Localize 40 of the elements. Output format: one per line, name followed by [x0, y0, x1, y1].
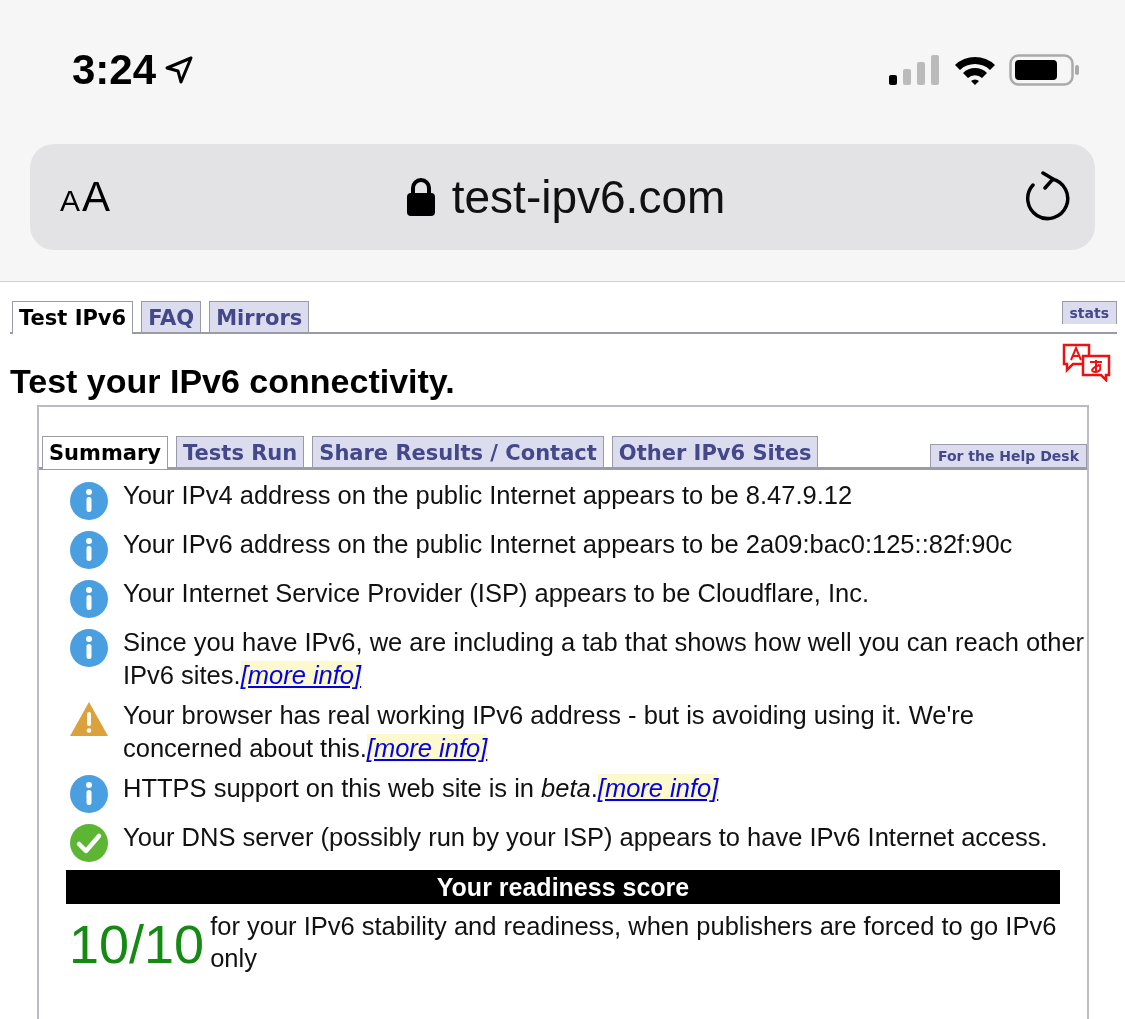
info-icon [69, 530, 109, 570]
text-size-button[interactable]: AA [60, 173, 111, 221]
info-icon [69, 774, 109, 814]
battery-icon [1009, 54, 1081, 86]
score-value: 10/10 [69, 913, 205, 976]
result-message: Your IPv4 address on the public Internet appears to be 8.47.9.12 [123, 480, 853, 511]
info-icon [69, 481, 109, 521]
info-icon [69, 579, 109, 619]
result-message: Your Internet Service Provider (ISP) appears to be Cloudflare, Inc. [123, 578, 870, 609]
url-text: test-ipv6.com [451, 170, 726, 224]
more-info-link[interactable]: [more info] [597, 774, 719, 802]
result-message: Your DNS server (possibly run by your ISP) appears to have IPv6 Internet access. [123, 822, 1048, 853]
check-icon [69, 823, 109, 863]
status-time: 3:24 [72, 46, 157, 94]
wifi-icon [953, 54, 997, 86]
result-tab[interactable]: Summary [42, 436, 169, 469]
address-bar[interactable]: AA test-ipv6.com [30, 144, 1095, 250]
result-tab[interactable]: Tests Run [176, 436, 305, 467]
result-tab[interactable]: Share Results / Contact [312, 436, 604, 467]
translate-icon[interactable] [1061, 342, 1113, 382]
page-title: Test your IPv6 connectivity. [10, 362, 455, 401]
site-tab[interactable]: FAQ [141, 301, 202, 332]
info-icon [69, 628, 109, 668]
result-message: Since you have IPv6, we are including a tab that shows how well you can reach other IPv6 sites.[more info] [123, 627, 1086, 691]
site-tab[interactable]: Mirrors [209, 301, 310, 332]
result-tab[interactable]: Other IPv6 Sites [611, 436, 819, 467]
location-arrow-icon [164, 55, 195, 85]
warning-icon [69, 701, 109, 737]
site-tab[interactable]: Test IPv6 [12, 301, 134, 334]
stats-tab[interactable]: stats [1061, 301, 1117, 324]
more-info-link[interactable]: [more info] [240, 661, 362, 689]
lock-icon [405, 178, 436, 216]
result-message: Your IPv6 address on the public Internet appears to be 2a09:bac0:125::82f:90c [123, 529, 1013, 560]
result-message: HTTPS support on this web site is in beta.[more info] [123, 773, 719, 804]
signal-icon [889, 55, 941, 85]
result-message: Your browser has real working IPv6 address - but is avoiding using it. We're concerned about this.[more info] [123, 700, 976, 764]
more-info-link[interactable]: [more info] [366, 734, 488, 762]
score-heading: Your readiness score [66, 870, 1060, 904]
help-desk-tab[interactable]: For the Help Desk [929, 444, 1087, 467]
score-description: for your IPv6 stability and readiness, when publishers are forced to go IPv6 only [210, 911, 1058, 974]
